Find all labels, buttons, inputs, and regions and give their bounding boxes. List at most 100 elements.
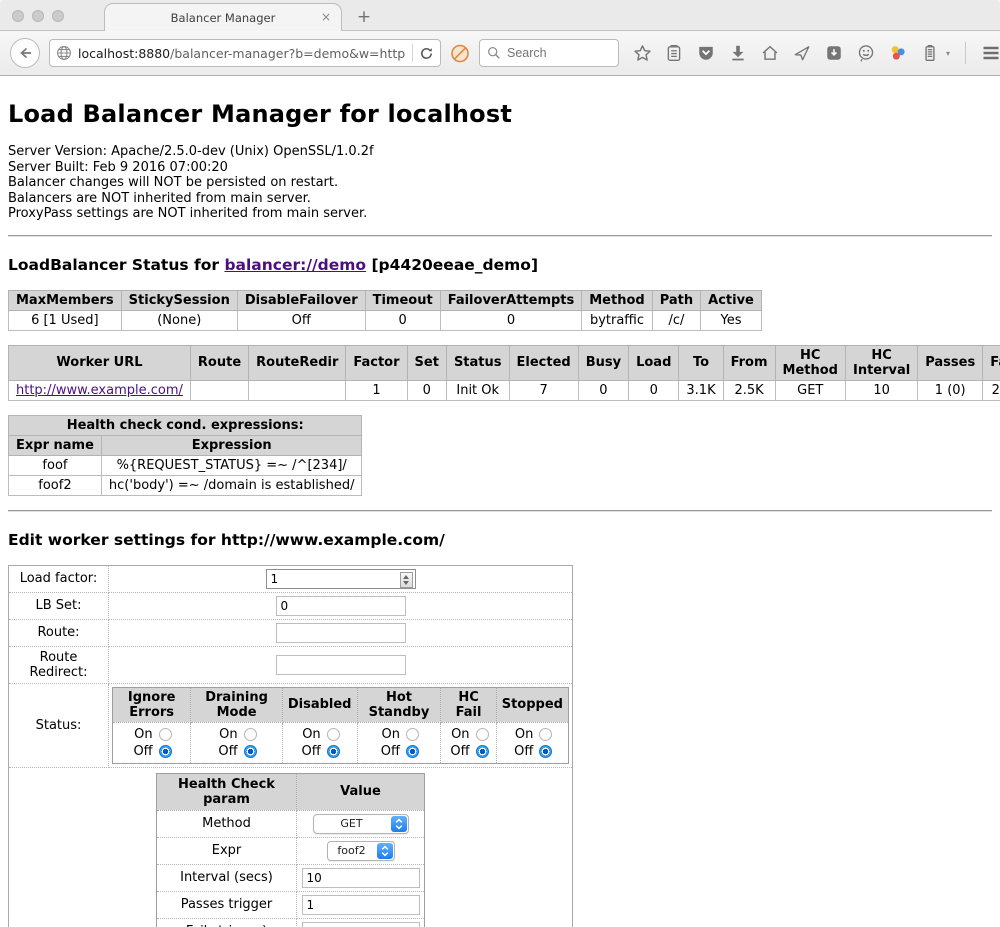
new-tab-button[interactable]: + — [352, 7, 376, 27]
column-header: Fails — [983, 345, 1000, 380]
column-header: Draining Mode — [191, 687, 283, 722]
url-text[interactable]: localhost:8880/balancer-manager?b=demo&w… — [78, 46, 406, 61]
radio-hot-standby-off[interactable] — [406, 745, 419, 758]
radio-disabled-off[interactable] — [327, 745, 340, 758]
minimize-window-button[interactable] — [32, 10, 44, 22]
radio-off-label: Off — [132, 744, 153, 759]
traffic-lights[interactable] — [12, 10, 64, 22]
home-icon[interactable] — [760, 43, 780, 63]
column-header: Health Check param — [157, 773, 297, 810]
select-arrows-icon — [391, 816, 407, 832]
table-cell: 3.1K — [679, 380, 723, 400]
toolbar-icons: ▾ — [632, 42, 1000, 64]
table-cell: 0 — [407, 380, 446, 400]
persist-note-line: Balancer changes will NOT be persisted o… — [8, 175, 992, 191]
worker-url-cell: http://www.example.com/ — [9, 380, 191, 400]
table-header-row: Worker URL Route RouteRedir Factor Set S… — [9, 345, 1000, 380]
divider — [8, 235, 992, 237]
radio-disabled-on[interactable] — [327, 728, 340, 741]
method-value-cell: GET — [297, 810, 425, 837]
edit-worker-heading: Edit worker settings for http://www.exam… — [8, 531, 992, 549]
radio-off-label: Off — [217, 744, 238, 759]
downloads-icon[interactable] — [728, 43, 748, 63]
hc-param-row: Method GET — [157, 810, 425, 837]
radio-hc-fail-off[interactable] — [476, 745, 489, 758]
route-input[interactable] — [276, 623, 406, 643]
radio-off-label: Off — [300, 744, 321, 759]
radio-ignore-errors-on[interactable] — [159, 728, 172, 741]
radio-hc-fail-on[interactable] — [476, 728, 489, 741]
passes-input[interactable] — [302, 895, 420, 915]
lb-set-input[interactable] — [276, 596, 406, 616]
send-tab-icon[interactable] — [792, 43, 812, 63]
table-cell: 1 (0) — [918, 380, 983, 400]
radio-row: On Off On Off On Off — [113, 722, 569, 763]
expr-row: foof2 hc('body') =~ /domain is establish… — [9, 475, 362, 495]
color-dots-icon[interactable] — [888, 43, 908, 63]
page-content: Load Balancer Manager for localhost Serv… — [0, 100, 1000, 927]
disabled-radios: On Off — [282, 722, 357, 763]
stopped-radios: On Off — [496, 722, 568, 763]
pocket-icon[interactable] — [696, 43, 716, 63]
balancer-demo-link[interactable]: balancer://demo — [224, 256, 366, 274]
radio-ignore-errors-off[interactable] — [159, 745, 172, 758]
search-bar[interactable] — [479, 39, 619, 67]
reading-list-icon[interactable] — [664, 43, 684, 63]
search-input[interactable] — [507, 46, 597, 60]
table-cell: (None) — [121, 310, 237, 330]
column-header: Worker URL — [9, 345, 191, 380]
radio-on-label: On — [300, 727, 321, 742]
close-window-button[interactable] — [12, 10, 24, 22]
form-value-cell — [109, 646, 573, 683]
radio-on-label: On — [449, 727, 470, 742]
titlebar: Balancer Manager × + — [0, 0, 1000, 31]
zoom-window-button[interactable] — [52, 10, 64, 22]
radio-draining-mode-on[interactable] — [244, 728, 257, 741]
tab-balancer-manager[interactable]: Balancer Manager × — [104, 3, 342, 31]
divider — [8, 510, 992, 512]
back-button[interactable] — [10, 38, 40, 68]
search-icon — [487, 46, 501, 60]
extension-dropdown-caret[interactable]: ▾ — [946, 49, 950, 58]
radio-hot-standby-on[interactable] — [406, 728, 419, 741]
battery-extension-icon[interactable] — [920, 43, 940, 63]
back-arrow-icon — [17, 45, 33, 61]
fails-input[interactable] — [302, 922, 420, 927]
route-redirect-input[interactable] — [276, 655, 406, 675]
interval-input[interactable] — [302, 868, 420, 888]
table-cell: Off — [237, 310, 365, 330]
column-header: Passes — [918, 345, 983, 380]
passes-value-cell — [297, 891, 425, 918]
worker-url-link[interactable]: http://www.example.com/ — [16, 383, 183, 398]
method-select[interactable]: GET — [313, 814, 409, 834]
radio-stopped-off[interactable] — [539, 745, 552, 758]
radio-stopped-on[interactable] — [539, 728, 552, 741]
passes-label: Passes trigger — [157, 891, 297, 918]
table-cell — [190, 380, 248, 400]
tab-close-icon[interactable]: × — [321, 10, 331, 24]
stepper-icon[interactable] — [400, 572, 413, 588]
column-header: Disabled — [282, 687, 357, 722]
feedback-smiley-icon[interactable] — [856, 43, 876, 63]
draining-mode-radios: On Off — [191, 722, 283, 763]
menu-hamburger-icon[interactable] — [981, 43, 1000, 63]
page-title: Load Balancer Manager for localhost — [8, 100, 992, 128]
plugin-blocked-icon[interactable] — [450, 43, 470, 63]
column-header: RouteRedir — [249, 345, 346, 380]
bookmark-star-icon[interactable] — [632, 43, 652, 63]
heading-prefix: LoadBalancer Status for — [8, 256, 224, 274]
form-value-cell — [109, 565, 573, 592]
balancer-status-heading: LoadBalancer Status for balancer://demo … — [8, 256, 992, 274]
radio-draining-mode-off[interactable] — [244, 745, 257, 758]
status-label: Status: — [9, 683, 109, 767]
table-cell: 1 — [346, 380, 407, 400]
table-cell: Init Ok — [446, 380, 509, 400]
table-cell: GET — [775, 380, 845, 400]
expr-select[interactable]: foof2 — [327, 841, 395, 861]
column-header: From — [723, 345, 775, 380]
save-page-icon[interactable] — [824, 43, 844, 63]
reload-icon[interactable] — [419, 46, 434, 61]
url-bar[interactable]: localhost:8880/balancer-manager?b=demo&w… — [49, 39, 441, 67]
load-factor-input[interactable] — [266, 569, 416, 589]
fails-label: Fails trigger) — [157, 918, 297, 927]
